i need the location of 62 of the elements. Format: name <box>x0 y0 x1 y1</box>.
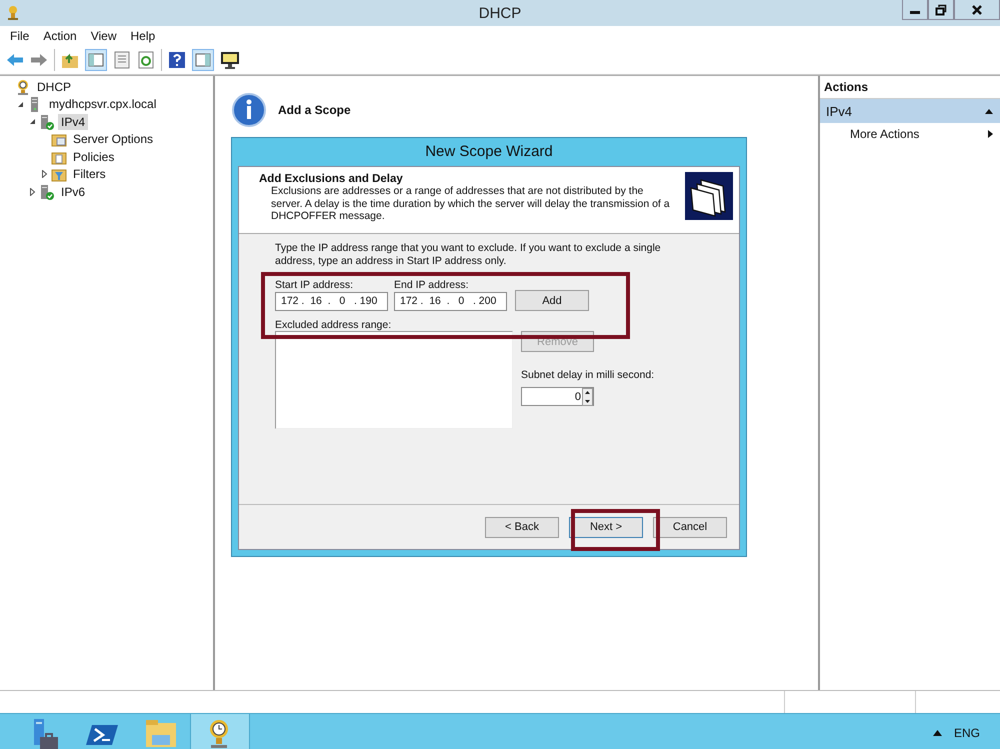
end-ip-label: End IP address: <box>394 279 470 291</box>
actions-group-header[interactable]: IPv4 <box>820 99 1000 123</box>
menu-item[interactable]: Action <box>37 29 83 43</box>
taskbar-button[interactable] <box>190 714 250 749</box>
close-icon <box>971 4 983 16</box>
restore-icon <box>935 4 947 16</box>
action-link[interactable]: More Actions <box>850 127 920 141</box>
tree-item[interactable]: Server Options <box>70 131 156 148</box>
minimize-button[interactable] <box>902 0 928 20</box>
menu-item[interactable]: Help <box>124 29 162 43</box>
cancel-button[interactable]: Cancel <box>653 516 727 538</box>
tree-pane-icon[interactable] <box>85 49 107 71</box>
back-button[interactable]: < Back <box>485 516 559 538</box>
collapsed-arrow-icon[interactable] <box>28 188 36 196</box>
properties-icon[interactable] <box>113 51 131 69</box>
page-heading: Add a Scope <box>278 103 351 117</box>
next-button[interactable]: Next > <box>569 516 643 538</box>
menu-item[interactable]: File <box>4 29 36 43</box>
wizard-page-description: Exclusions are addresses or a range of addresses that are not distributed by the server. A delay is the time duration by which the server will delay the transmission of a DHCPOFFER message. <box>270 185 671 222</box>
start-ip-label: Start IP address: <box>275 279 354 291</box>
folder-up-icon[interactable] <box>61 51 79 69</box>
dhcp-app-icon <box>6 5 20 21</box>
tree-item[interactable]: mydhcpsvr.cpx.local <box>46 96 160 112</box>
info-icon <box>232 93 266 127</box>
tree-item[interactable]: Policies <box>70 148 118 165</box>
tree-item[interactable]: Filters <box>70 166 109 182</box>
refresh-icon[interactable] <box>137 51 155 69</box>
window-title: DHCP <box>478 4 522 22</box>
tree-item[interactable]: DHCP <box>34 78 74 95</box>
dhcp-icon <box>15 78 31 95</box>
help-icon[interactable] <box>168 51 186 69</box>
tree-item[interactable]: IPv6 <box>58 184 88 200</box>
spin-arrows-icon[interactable] <box>582 388 593 406</box>
subnet-delay-label: Subnet delay in milli second: <box>521 369 654 381</box>
close-button[interactable] <box>954 0 1000 20</box>
show-hidden-icons-icon[interactable] <box>932 730 942 736</box>
collapsed-arrow-icon[interactable] <box>40 170 48 178</box>
end-ip-field[interactable]: 172 . 16 . 0 . 200 <box>394 292 507 311</box>
action-pane-icon[interactable] <box>192 49 214 71</box>
forward-arrow-icon[interactable] <box>30 53 48 67</box>
tree-item[interactable]: IPv4 <box>58 114 88 130</box>
expanded-arrow-icon[interactable] <box>16 100 24 108</box>
menu-item[interactable]: View <box>84 29 122 43</box>
restore-button[interactable] <box>928 0 954 20</box>
expanded-arrow-icon[interactable] <box>28 118 36 126</box>
back-arrow-icon[interactable] <box>6 53 24 67</box>
folders-icon <box>685 172 733 220</box>
subnet-delay-spinbox[interactable]: 0 <box>521 387 594 406</box>
server-check-icon <box>39 114 55 130</box>
excluded-range-list[interactable] <box>275 331 513 429</box>
server-check-icon <box>39 184 55 200</box>
dialog-title: New Scope Wizard <box>424 142 554 162</box>
add-button[interactable]: Add <box>515 290 589 311</box>
wizard-page-title: Add Exclusions and Delay <box>259 173 404 185</box>
language-indicator[interactable]: ENG <box>954 726 980 740</box>
instruction-text: Type the IP address range that you want to exclude. If you want to exclude a single address, type an address in Start IP address only. <box>275 242 662 267</box>
excluded-range-label: Excluded address range: <box>275 319 392 331</box>
start-ip-field[interactable]: 172 . 16 . 0 . 190 <box>275 292 388 311</box>
monitor-icon[interactable] <box>220 51 240 69</box>
submenu-arrow-icon <box>987 129 994 139</box>
collapse-arrow-icon[interactable] <box>984 108 994 114</box>
minimize-icon <box>910 11 920 14</box>
